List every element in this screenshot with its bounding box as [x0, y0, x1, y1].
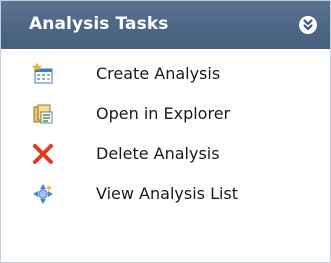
task-create-analysis[interactable]: Create Analysis — [1, 57, 330, 89]
task-label: Create Analysis — [96, 64, 221, 83]
panel-header: Analysis Tasks — [1, 1, 330, 49]
view-list-icon — [32, 183, 54, 205]
task-label: View Analysis List — [96, 184, 239, 203]
task-delete-analysis[interactable]: Delete Analysis — [1, 137, 330, 169]
open-in-explorer-icon — [32, 103, 54, 125]
create-analysis-icon — [32, 63, 54, 85]
task-open-in-explorer[interactable]: Open in Explorer — [1, 97, 330, 129]
task-label: Open in Explorer — [96, 104, 231, 123]
panel-title: Analysis Tasks — [29, 14, 169, 34]
double-chevron-down-icon[interactable] — [299, 16, 317, 34]
task-view-analysis-list[interactable]: View Analysis List — [1, 177, 330, 209]
task-list: Create Analysis Open in Explorer Delete … — [1, 49, 330, 209]
delete-x-icon — [32, 143, 54, 165]
analysis-tasks-panel: Analysis Tasks Create Analysis Open in E… — [0, 0, 331, 263]
task-label: Delete Analysis — [96, 144, 220, 163]
